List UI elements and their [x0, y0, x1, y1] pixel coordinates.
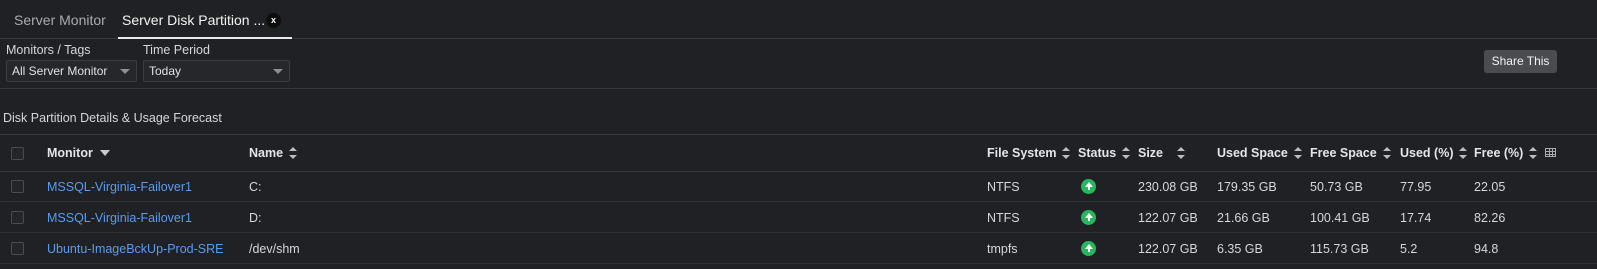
status-up-icon	[1081, 179, 1096, 194]
sort-icon[interactable]	[1122, 147, 1131, 159]
tab-server-monitor[interactable]: Server Monitor	[14, 0, 106, 39]
used-space: 6.35 GB	[1217, 241, 1263, 256]
header-monitor-label: Monitor	[47, 146, 93, 160]
share-button[interactable]: Share This	[1484, 50, 1557, 73]
time-period-select[interactable]: Today	[143, 60, 290, 82]
size: 122.07 GB	[1138, 210, 1198, 225]
filter-bar: Monitors / Tags All Server Monitor Time …	[0, 39, 1597, 89]
header-used-space-label: Used Space	[1217, 146, 1288, 160]
free-percent: 82.26	[1474, 210, 1506, 225]
monitor-link[interactable]: Ubuntu-ImageBckUp-Prod-SRE	[47, 234, 223, 263]
header-status[interactable]: Status	[1078, 135, 1131, 171]
header-free-space[interactable]: Free Space	[1310, 135, 1391, 171]
status-up-icon	[1081, 210, 1096, 225]
partition-name: /dev/shm	[249, 241, 300, 256]
sort-desc-icon[interactable]	[99, 150, 110, 156]
sort-icon[interactable]	[1293, 147, 1302, 159]
chevron-down-icon	[120, 69, 130, 74]
status-cell	[1081, 203, 1096, 232]
used-space: 179.35 GB	[1217, 179, 1277, 194]
free-percent: 94.8	[1474, 241, 1499, 256]
header-used-pct-label: Used (%)	[1400, 146, 1454, 160]
sort-icon[interactable]	[1459, 147, 1468, 159]
table-row: MSSQL-Virginia-Failover1 D: NTFS 122.07 …	[0, 203, 1597, 233]
table-header: Monitor Name File System Status Size Use…	[0, 135, 1597, 172]
header-name-label: Name	[249, 146, 284, 160]
header-monitor[interactable]: Monitor	[47, 135, 110, 171]
tab-label: Server Disk Partition ...	[122, 12, 266, 28]
monitors-tags-label: Monitors / Tags	[6, 43, 91, 57]
row-checkbox[interactable]	[11, 180, 24, 193]
row-checkbox-cell	[11, 234, 24, 263]
used-space: 21.66 GB	[1217, 210, 1270, 225]
row-checkbox[interactable]	[11, 211, 24, 224]
row-checkbox[interactable]	[11, 242, 24, 255]
free-space: 115.73 GB	[1310, 241, 1369, 256]
section-title: Disk Partition Details & Usage Forecast	[3, 111, 222, 125]
status-cell	[1081, 234, 1096, 263]
header-file-system-label: File System	[987, 146, 1057, 160]
header-status-label: Status	[1078, 146, 1117, 160]
sort-icon[interactable]	[289, 147, 298, 159]
status-cell	[1081, 172, 1096, 201]
free-space: 50.73 GB	[1310, 179, 1363, 194]
monitor-link[interactable]: MSSQL-Virginia-Failover1	[47, 172, 192, 201]
file-system: NTFS	[987, 179, 1020, 194]
time-period-value: Today	[149, 64, 182, 78]
partition-name: C:	[249, 179, 262, 194]
monitor-link[interactable]: MSSQL-Virginia-Failover1	[47, 203, 192, 232]
header-used-space[interactable]: Used Space	[1217, 135, 1302, 171]
sort-icon[interactable]	[1382, 147, 1391, 159]
column-settings-icon[interactable]	[1545, 148, 1556, 157]
close-icon[interactable]: x	[266, 13, 281, 28]
file-system: tmpfs	[987, 241, 1018, 256]
header-size-label: Size	[1138, 146, 1164, 160]
used-percent: 17.74	[1400, 210, 1432, 225]
tab-bar: Server Monitor Server Disk Partition ...…	[0, 0, 1597, 39]
header-file-system[interactable]: File System	[987, 135, 1071, 171]
header-free-pct-label: Free (%)	[1474, 146, 1524, 160]
monitors-tags-value: All Server Monitor	[12, 64, 108, 78]
header-size[interactable]: Size	[1138, 135, 1186, 171]
sort-icon[interactable]	[1062, 147, 1071, 159]
free-percent: 22.05	[1474, 179, 1506, 194]
header-free-pct[interactable]: Free (%)	[1474, 135, 1538, 171]
partition-name: D:	[249, 210, 262, 225]
table-row: MSSQL-Virginia-Failover1 C: NTFS 230.08 …	[0, 172, 1597, 202]
header-free-space-label: Free Space	[1310, 146, 1377, 160]
select-all-checkbox[interactable]	[11, 146, 24, 160]
chevron-down-icon	[273, 69, 283, 74]
sort-icon[interactable]	[1177, 147, 1186, 159]
header-used-pct[interactable]: Used (%)	[1400, 135, 1468, 171]
free-space: 100.41 GB	[1310, 210, 1370, 225]
used-percent: 77.95	[1400, 179, 1432, 194]
select-all-cell	[11, 135, 24, 171]
monitors-tags-select[interactable]: All Server Monitor	[6, 60, 137, 82]
time-period-label: Time Period	[143, 43, 210, 57]
sort-icon[interactable]	[1529, 147, 1538, 159]
used-percent: 5.2	[1400, 241, 1418, 256]
table-row: Ubuntu-ImageBckUp-Prod-SRE /dev/shm tmpf…	[0, 234, 1597, 264]
size: 230.08 GB	[1138, 179, 1198, 194]
size: 122.07 GB	[1138, 241, 1198, 256]
file-system: NTFS	[987, 210, 1020, 225]
header-name[interactable]: Name	[249, 135, 298, 171]
row-checkbox-cell	[11, 172, 24, 201]
tab-server-disk-partition[interactable]: Server Disk Partition ... x	[118, 0, 292, 39]
row-checkbox-cell	[11, 203, 24, 232]
status-up-icon	[1081, 241, 1096, 256]
